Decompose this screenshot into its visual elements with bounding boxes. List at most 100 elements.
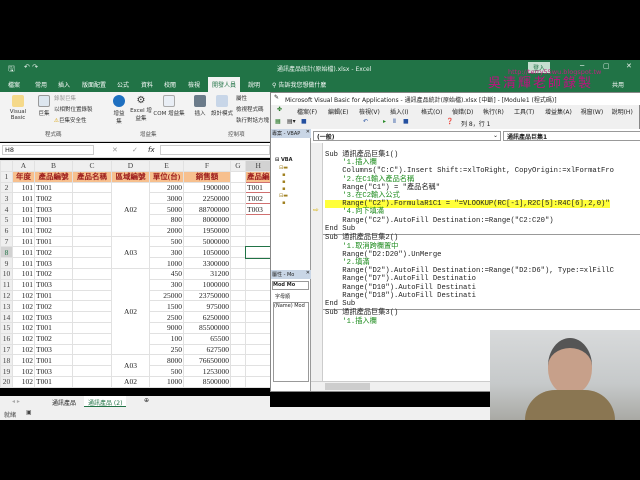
tab-file[interactable]: 檔案 <box>8 80 20 89</box>
cell-g[interactable] <box>230 278 246 291</box>
scrollbar-thumb[interactable] <box>325 383 370 390</box>
pause-icon[interactable]: Ⅱ <box>393 118 396 125</box>
cell-sales[interactable]: 88700000 <box>183 203 231 215</box>
cell-product-name[interactable] <box>72 321 112 334</box>
cell-product-id[interactable]: T001 <box>34 375 73 388</box>
cell-g[interactable] <box>230 181 246 194</box>
vba-excel-icon[interactable]: ✤ <box>277 106 282 113</box>
cell-units[interactable]: 300 <box>149 278 184 291</box>
insert-function-button[interactable]: fx <box>148 146 155 154</box>
cell-lookup-id[interactable] <box>245 354 272 367</box>
close-button[interactable]: ✕ <box>626 62 632 70</box>
cell-product-name[interactable] <box>72 300 112 313</box>
enter-icon[interactable]: ✓ <box>132 146 138 154</box>
header-cell[interactable]: 產品編號 <box>34 170 73 183</box>
row-header[interactable]: 3 <box>0 192 13 205</box>
cell-year[interactable]: 102 <box>12 343 35 356</box>
scroll-sheets-icon[interactable]: ◂ ▸ <box>12 398 20 405</box>
tab-formulas[interactable]: 公式 <box>117 80 129 89</box>
vba-menu-item[interactable]: 偵錯(D) <box>452 107 473 116</box>
cell-product-name[interactable] <box>72 332 112 345</box>
cell-units[interactable]: 8000 <box>149 354 184 367</box>
tab-insert[interactable]: 插入 <box>58 80 70 89</box>
header-cell[interactable]: 銷售額 <box>183 170 231 183</box>
excel-addins-button[interactable]: ⚙ Excel 增益集 <box>130 95 152 122</box>
vba-menu-item[interactable]: 格式(O) <box>421 107 442 116</box>
procedure-combo[interactable]: 通訊產品巨集1 <box>503 131 640 141</box>
cell-product-id[interactable]: T002 <box>34 300 73 313</box>
close-icon[interactable]: ✕ <box>306 129 310 135</box>
row-header[interactable]: 13 <box>0 300 13 313</box>
column-header[interactable]: B <box>34 160 73 172</box>
tab-view[interactable]: 檢視 <box>188 80 200 89</box>
cell-g[interactable] <box>230 289 246 302</box>
cell-product-name[interactable] <box>72 289 112 302</box>
cell-units[interactable]: 500 <box>149 235 184 248</box>
cell-product-id[interactable]: T003 <box>34 278 73 291</box>
cell-region[interactable]: A02 <box>111 267 150 356</box>
properties-grid[interactable]: (Name) Mod <box>273 302 309 382</box>
cell-units[interactable]: 9000 <box>149 321 184 334</box>
cell-product-name[interactable] <box>72 192 112 205</box>
sheet-tab-2[interactable]: 通訊產品 (2) <box>84 396 127 407</box>
row-header[interactable]: 14 <box>0 311 13 323</box>
cell-lookup-id[interactable] <box>245 311 272 323</box>
cell-units[interactable]: 800 <box>149 213 184 226</box>
row-header[interactable]: 10 <box>0 267 13 280</box>
view-excel-icon[interactable]: ▦ <box>275 118 281 125</box>
cell-g[interactable] <box>230 203 246 215</box>
cell-lookup-id[interactable]: T001 <box>245 181 272 194</box>
cell-g[interactable] <box>230 192 246 205</box>
cell-sales[interactable]: 85500000 <box>183 321 231 334</box>
cell-lookup-id[interactable] <box>245 224 272 237</box>
cell-product-name[interactable] <box>72 375 112 388</box>
cell-lookup-id[interactable] <box>245 257 272 269</box>
tab-help[interactable]: 說明 <box>248 80 260 89</box>
row-header[interactable]: 20 <box>0 375 13 388</box>
cell-g[interactable] <box>230 213 246 226</box>
row-header[interactable]: 7 <box>0 235 13 248</box>
vba-menu-item[interactable]: 檢視(V) <box>359 107 380 116</box>
cell-region[interactable]: A02 <box>111 181 150 237</box>
header-cell[interactable]: 區域編號 <box>111 170 150 183</box>
close-icon[interactable]: ✕ <box>306 270 310 276</box>
cell-product-id[interactable]: T003 <box>34 365 73 377</box>
tell-me-box[interactable]: ⚲ 告訴我您想做什麼 <box>272 80 326 89</box>
cell-sales[interactable]: 8000000 <box>183 213 231 226</box>
project-tree-root[interactable]: ⊟ VBA <box>275 157 293 163</box>
design-mode-button[interactable]: 設計模式 <box>210 95 234 117</box>
row-header[interactable]: 8 <box>0 246 13 259</box>
cell-units[interactable]: 250 <box>149 343 184 356</box>
vba-menu-item[interactable]: 編輯(E) <box>328 107 348 116</box>
macros-button[interactable]: 巨集 <box>36 95 52 117</box>
select-all[interactable] <box>0 160 13 172</box>
cell-year[interactable]: 101 <box>12 278 35 291</box>
cell-g[interactable] <box>230 365 246 377</box>
maximize-button[interactable]: ▢ <box>603 62 610 70</box>
cell-sales[interactable]: 1900000 <box>183 181 231 194</box>
header-cell[interactable]: 年度 <box>12 170 35 183</box>
row-header[interactable]: 2 <box>0 181 13 194</box>
cell-product-name[interactable] <box>72 257 112 269</box>
cell-g[interactable] <box>230 321 246 334</box>
column-header[interactable]: H <box>245 160 272 172</box>
cell-units[interactable]: 2500 <box>149 311 184 323</box>
cell-product-id[interactable]: T002 <box>34 332 73 345</box>
cell-product-name[interactable] <box>72 354 112 367</box>
cell-sales[interactable]: 1253000 <box>183 365 231 377</box>
vba-menu-item[interactable]: 執行(R) <box>483 107 504 116</box>
cell-year[interactable]: 102 <box>12 289 35 302</box>
cell-product-name[interactable] <box>72 224 112 237</box>
cell-region[interactable]: A02 <box>111 375 150 388</box>
row-header[interactable]: 5 <box>0 213 13 226</box>
cell-units[interactable]: 450 <box>149 267 184 280</box>
cell-lookup-id[interactable] <box>245 289 272 302</box>
tab-home[interactable]: 常用 <box>35 80 47 89</box>
cell-lookup-id[interactable]: T003 <box>245 203 272 215</box>
cell-product-name[interactable] <box>72 311 112 323</box>
cell-product-name[interactable] <box>72 181 112 194</box>
cell-lookup-id[interactable] <box>245 278 272 291</box>
add-sheet-icon[interactable]: ⊕ <box>144 397 149 404</box>
margin-indicator-bar[interactable]: ⇨ <box>311 143 323 381</box>
cell-units[interactable]: 1000 <box>149 375 184 388</box>
